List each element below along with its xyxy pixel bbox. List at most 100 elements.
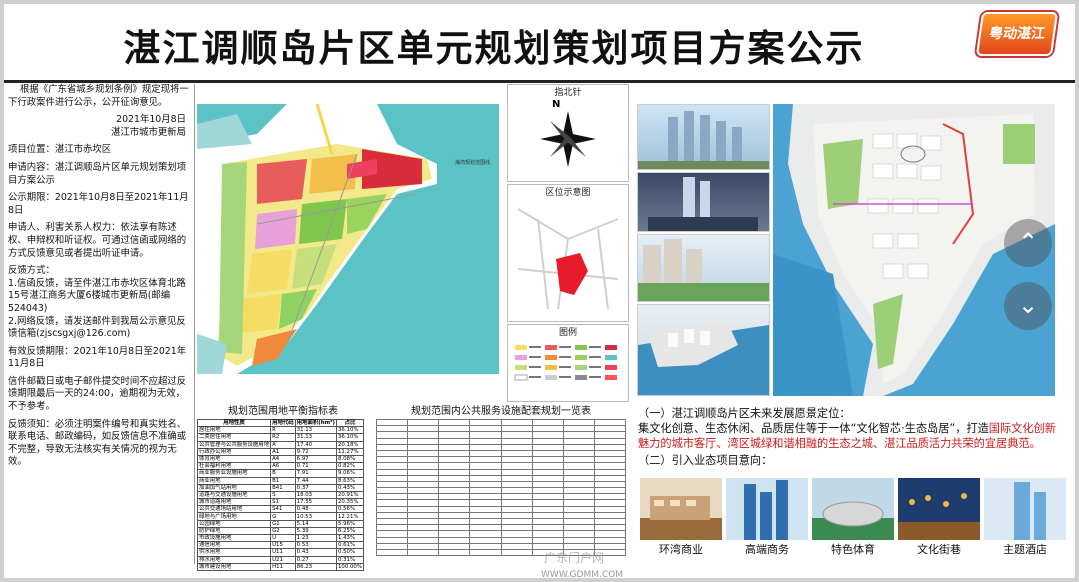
table-cell: 1.43% (335, 533, 364, 543)
biz-item: 环湾商业 (640, 478, 722, 558)
attention-note: 反馈须知：必须注明案件编号和真实姓名、联系电话、邮政编码，如反馈信息不准确或不完… (8, 418, 187, 468)
table-cell: 10.53 (294, 512, 337, 521)
table-row: 公园绿地 G1 5.14 5.96% (196, 519, 364, 528)
table-cell: 供水用地 (196, 548, 272, 557)
table-cell: 0.82% (335, 462, 364, 471)
rendering-aerial (637, 304, 770, 396)
table-cell: 防护绿地 (196, 526, 272, 536)
table-cell: 31.13 (294, 433, 337, 442)
map-boundary-label: 海湾规划范围线 (455, 160, 491, 166)
biz-image (898, 478, 980, 540)
feedback-title: 反馈方式： (8, 265, 55, 277)
compass-panel: 指北针 N (507, 84, 629, 182)
table-row: 防护绿地 G2 5.39 6.25% (196, 526, 364, 536)
table-cell: S41 (270, 505, 296, 514)
table-cell: S1 (270, 498, 296, 507)
biz-image (812, 478, 894, 540)
vision-heading: （一）湛江调顺岛片区未来发展愿景定位： (638, 407, 851, 420)
watermark: 广东门户网 (543, 551, 604, 565)
table-cell: 5.14 (294, 519, 337, 528)
table-cell: 市政设施用地 (196, 533, 272, 543)
table-cell: B (270, 469, 296, 478)
table-cell: 0.43 (294, 548, 337, 557)
table-row: 商业服务业设施用地 B 7.91 9.06% (196, 469, 364, 478)
biz-image (726, 478, 808, 540)
table-cell: R2 (270, 433, 296, 442)
notice-rights: 申请人、利害关系人权力：依法享有陈述权、申辩权和听证权。可通过信函或网络的方式反… (8, 222, 187, 259)
table-cell: 6.97 (294, 454, 337, 464)
feedback-2: 2.网络反馈，请发送邮件到我局公示意见反馈信箱(zjscsgxj@126.com… (8, 315, 186, 340)
table-cell: 商业服务业设施用地 (196, 469, 272, 478)
table-cell: 公共交通场站用地 (196, 505, 272, 514)
table-cell (438, 548, 471, 557)
table-cell: 20.35% (335, 498, 364, 507)
chevron-up-icon[interactable]: ⌃ (1004, 219, 1052, 267)
biz-label: 高端商务 (745, 543, 789, 556)
table-row: 城市建设用地 H11 86.23 100.00% (196, 562, 364, 571)
table-cell: R (270, 426, 296, 435)
land-use-map: 海湾规划范围线 (197, 104, 499, 374)
land-use-map-graphic (197, 104, 499, 374)
table-cell: 0.61% (335, 541, 364, 550)
logo: 粤动湛江 (975, 12, 1059, 56)
table-cell: 公共管理与公共服务设施用地 (196, 440, 272, 449)
facility-table (375, 418, 627, 557)
table-cell: 0.53 (294, 541, 337, 550)
table-cell: A (270, 440, 296, 449)
vision-body: 集文化创意、生态休闲、品质居住等于一体“文化智芯·生态岛居”，打造 (638, 422, 989, 435)
table-cell: A4 (270, 454, 296, 464)
table-row: 商业用地 B1 7.44 8.63% (196, 476, 364, 485)
facility-table-panel: 规划范围内公共服务设施配套规划一览表 (375, 402, 627, 562)
notice-period: 公示期限：2021年10月8日至2021年11月8日 (8, 192, 189, 216)
table-cell: 86.23 (294, 562, 337, 571)
legend-panel: 图例 (507, 324, 629, 402)
biz-item: 高端商务 (726, 478, 808, 558)
table-row: 二类居住用地 R2 31.13 36.10% (196, 433, 364, 442)
watermark-url: WWW.GDMM.COM (541, 570, 623, 580)
biz-item: 特色体育 (812, 478, 894, 558)
table-cell: 31.13 (294, 426, 337, 435)
table-cell: B41 (270, 483, 296, 492)
table-cell: 5.39 (294, 526, 337, 536)
biz-image (640, 478, 722, 540)
table-row: 供水用地 U11 0.43 0.50% (196, 548, 364, 557)
biz-item: 主题酒店 (984, 478, 1066, 558)
table-cell: 17.40 (294, 440, 337, 449)
table-cell: 20.91% (335, 490, 364, 500)
compass-title: 指北针 (554, 88, 582, 98)
legend-swatches (514, 345, 617, 381)
notice-applicant: 申请内容：湛江调顺岛片区单元规划策划项目方案公示 (8, 161, 187, 186)
table-cell: 城市道路用地 (196, 498, 272, 507)
table-cell: 5.96% (335, 519, 364, 528)
table-cell: U15 (270, 541, 296, 550)
table-cell: 社会福利用地 (196, 462, 272, 471)
table-row: 通信用地 U15 0.53 0.61% (196, 541, 364, 550)
vision-section: （一）湛江调顺岛片区未来发展愿景定位： 集文化创意、生态休闲、品质居住等于一体“… (638, 406, 1058, 468)
biz-label: 主题酒店 (1003, 543, 1047, 556)
table-cell: 100.00% (335, 562, 364, 571)
table-cell: 绿地与广场用地 (196, 512, 272, 521)
table-cell (375, 548, 409, 557)
table-row: 绿地与广场用地 G 10.53 12.21% (196, 512, 364, 521)
table-row: 市政设施用地 U 1.23 1.43% (196, 533, 364, 543)
table-header: 用地性质 (196, 418, 272, 428)
biz-label: 特色体育 (831, 543, 875, 556)
table-row: 道路与交通设施用地 S 18.03 20.91% (196, 490, 364, 500)
rendering-residential (637, 234, 770, 302)
table-cell: 城市建设用地 (196, 562, 272, 571)
table-cell: 居住用地 (196, 426, 272, 435)
table-cell: G1 (270, 519, 296, 528)
biz-image (984, 478, 1066, 540)
table-cell: 0.31% (335, 555, 364, 564)
table-cell: 36.10% (335, 433, 364, 442)
land-balance-table-panel: 规划范围用地平衡指标表 用地性质 用地代码 用地面积(hm²) 占比 居住用地 R 31.… (196, 402, 369, 571)
table-cell: 11.27% (335, 447, 364, 456)
table-cell: 12.21% (335, 512, 364, 521)
chevron-down-icon[interactable]: ⌄ (1004, 282, 1052, 330)
table-row: 排水用地 U21 0.27 0.31% (196, 555, 364, 564)
page-title: 湛江调顺岛片区单元规划策划项目方案公示 (123, 27, 865, 70)
table-row: 体育用地 A4 6.97 8.08% (196, 454, 364, 464)
table-cell: 0.56% (335, 505, 364, 514)
table-cell: 17.55 (294, 498, 337, 507)
biz-label: 文化街巷 (917, 543, 961, 556)
